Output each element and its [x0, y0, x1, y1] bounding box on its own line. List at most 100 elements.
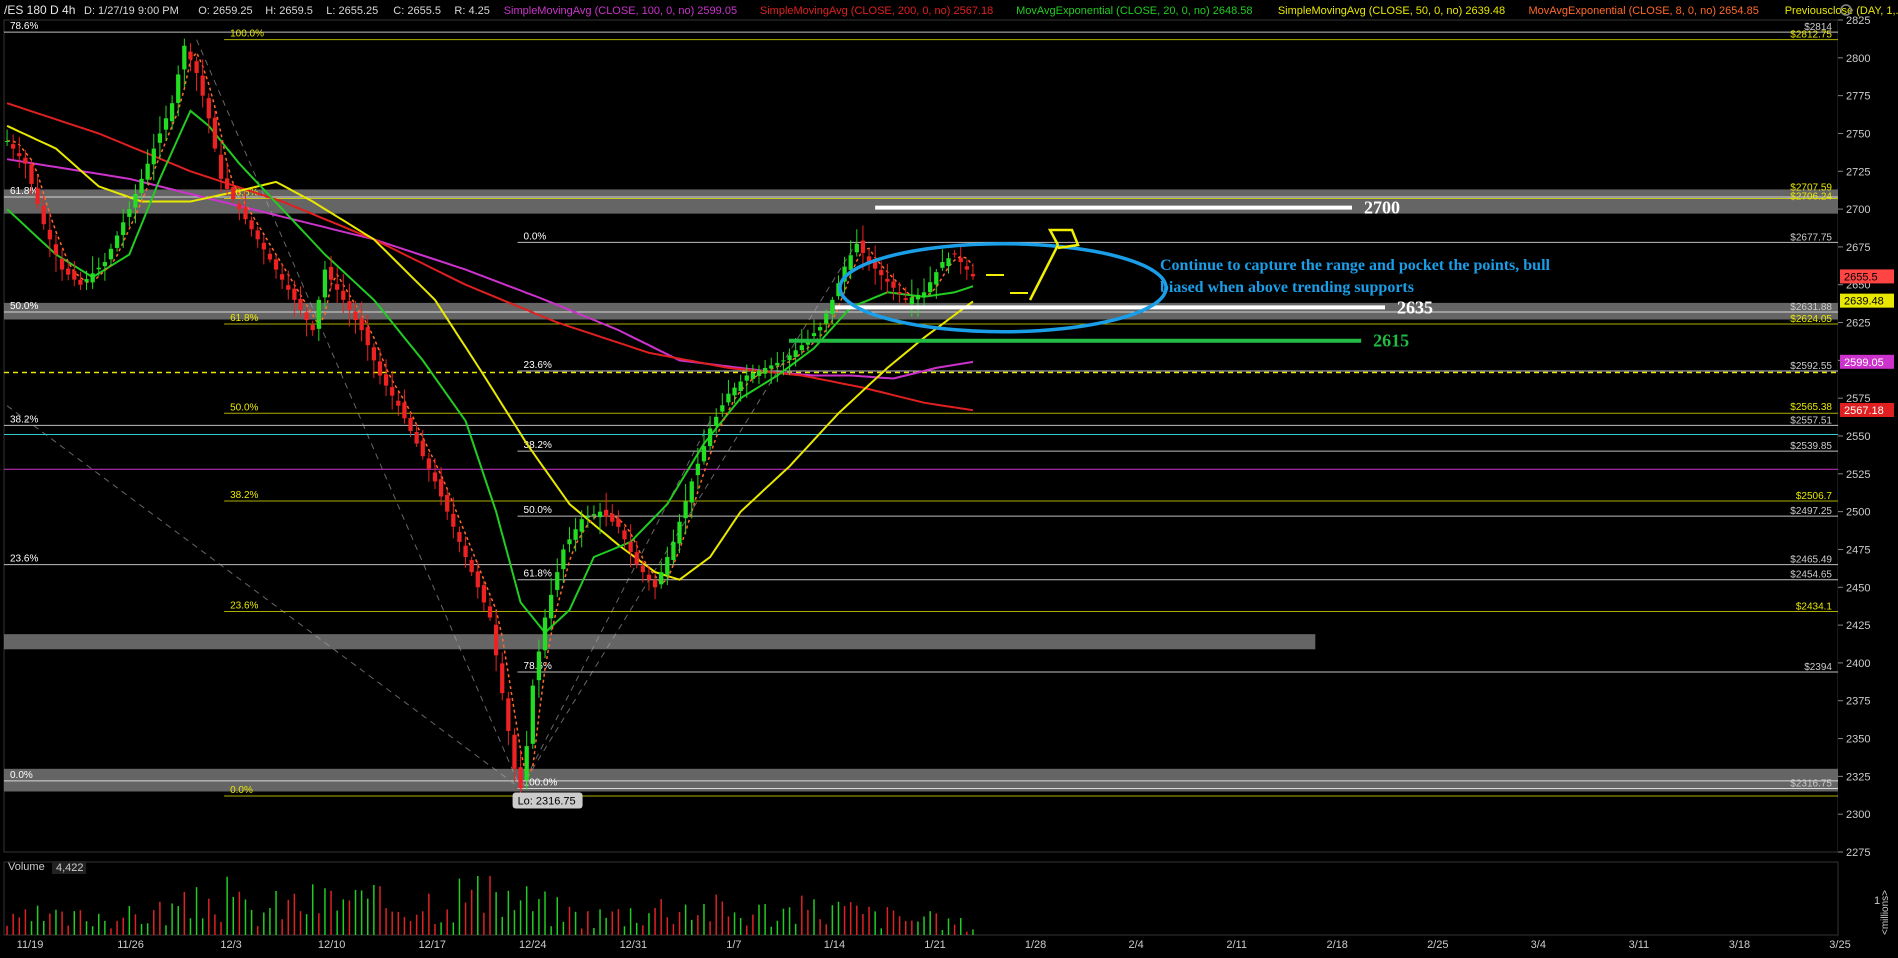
- price-axis-label: 2825: [1846, 15, 1870, 27]
- candle-body: [59, 258, 65, 270]
- candle-body: [11, 144, 16, 149]
- fib-level-label: 61.8%: [230, 313, 258, 324]
- date-axis-label: 12/24: [519, 939, 547, 951]
- candle-body: [463, 545, 468, 558]
- candle-body: [396, 400, 401, 406]
- candle-body: [885, 278, 890, 282]
- fib-level-label: 50.0%: [10, 301, 38, 312]
- annotation-line-2: biased when above trending supports: [1160, 279, 1414, 296]
- date-axis-label: 2/11: [1226, 939, 1247, 951]
- fib-diagonal: [196, 39, 522, 789]
- ohlc-field: O: 2659.25: [198, 5, 252, 17]
- candle-body: [212, 117, 218, 149]
- candle-body: [188, 51, 193, 60]
- candle-body: [561, 549, 566, 570]
- key-level-label: 2700: [1364, 198, 1400, 218]
- price-tag-label: 2599.05: [1844, 357, 1884, 369]
- date-axis-label: 1/14: [824, 939, 845, 951]
- candle-body: [341, 290, 346, 300]
- candle-body: [732, 387, 737, 396]
- low-label: Lo: 2316.75: [518, 795, 576, 807]
- price-panel: [3, 19, 1839, 853]
- fib-level-label: 0.0%: [524, 231, 547, 242]
- candle-body: [163, 118, 169, 130]
- candle-body: [102, 262, 108, 267]
- candle-body: [243, 207, 248, 220]
- candle-body: [542, 617, 548, 651]
- candle-body: [701, 446, 707, 462]
- annotation-line-1: Continue to capture the range and pocket…: [1160, 257, 1551, 274]
- date-axis-label: 3/25: [1829, 939, 1850, 951]
- candle-body: [585, 516, 590, 518]
- candle-body: [610, 513, 615, 522]
- candle-body: [145, 163, 150, 180]
- candle-body: [438, 479, 444, 497]
- candle-body: [347, 301, 352, 310]
- candle-body: [133, 193, 138, 208]
- candle-body: [206, 98, 211, 119]
- candle-body: [549, 594, 554, 619]
- price-axis-label: 2800: [1846, 53, 1870, 65]
- fib-level-label: 23.6%: [230, 600, 258, 611]
- candle-body: [78, 279, 83, 285]
- candle-body: [96, 267, 101, 270]
- candle-body: [298, 298, 303, 310]
- candle-body: [646, 574, 652, 580]
- candle-body: [964, 266, 969, 270]
- candle-body: [799, 345, 804, 351]
- price-axis-label: 2400: [1846, 658, 1870, 670]
- candle-body: [310, 324, 315, 331]
- candle-body: [726, 393, 731, 403]
- level-price-label: $2677.75: [1790, 232, 1832, 243]
- candle-body: [231, 186, 236, 200]
- candle-body: [769, 365, 774, 369]
- level-price-label: $2506.7: [1796, 491, 1833, 502]
- ohlc-field: R: 4.25: [454, 5, 489, 17]
- candle-body: [506, 698, 511, 731]
- candle-body: [487, 606, 493, 618]
- candle-body: [622, 530, 627, 540]
- price-axis-label: 2500: [1846, 507, 1870, 519]
- candle-body: [940, 262, 945, 268]
- price-axis-label: 2325: [1846, 771, 1870, 783]
- candle-body: [652, 579, 658, 588]
- candle-body: [420, 440, 425, 457]
- support-resistance-zone: [4, 302, 1838, 320]
- candle-body: [237, 203, 242, 210]
- date-axis-label: 3/11: [1629, 939, 1650, 951]
- candle-body: [267, 253, 273, 260]
- ohlc-field: D: 1/27/19 9:00 PM: [84, 5, 179, 17]
- candle-body: [218, 154, 224, 179]
- date-axis-label: 2/18: [1327, 939, 1348, 951]
- candle-body: [530, 685, 535, 744]
- volume-panel: [3, 861, 1839, 936]
- candle-body: [493, 624, 499, 656]
- candle-body: [512, 734, 517, 769]
- candle-body: [793, 350, 798, 358]
- level-price-label: $2497.25: [1790, 506, 1832, 517]
- candle-body: [481, 585, 487, 603]
- fib-level-label: 50.0%: [230, 402, 258, 413]
- date-axis-label: 12/17: [418, 939, 446, 951]
- candle-body: [775, 362, 780, 366]
- price-axis-label: 2525: [1846, 469, 1870, 481]
- candle-body: [640, 565, 645, 573]
- candle-body: [157, 133, 163, 143]
- candle-body: [108, 248, 114, 260]
- candle-body: [353, 311, 358, 321]
- volume-unit-label: <millions>: [1880, 890, 1891, 935]
- candle-body: [304, 312, 309, 321]
- candle-body: [432, 472, 438, 482]
- candle-body: [714, 416, 719, 427]
- candle-body: [114, 235, 120, 248]
- price-axis-label: 2700: [1846, 204, 1870, 216]
- price-chart[interactable]: /ES 180 D 4h D: 1/27/19 9:00 PM O: 2659.25…: [0, 0, 1898, 958]
- candle-body: [359, 318, 364, 331]
- fib-level-label: 100.0%: [230, 29, 264, 40]
- level-price-label: $2434.1: [1796, 601, 1833, 612]
- candle-body: [451, 513, 456, 527]
- support-resistance-zone: [4, 634, 1316, 650]
- price-axis-label: 2775: [1846, 91, 1870, 103]
- candle-body: [536, 651, 542, 681]
- candle-body: [194, 61, 199, 73]
